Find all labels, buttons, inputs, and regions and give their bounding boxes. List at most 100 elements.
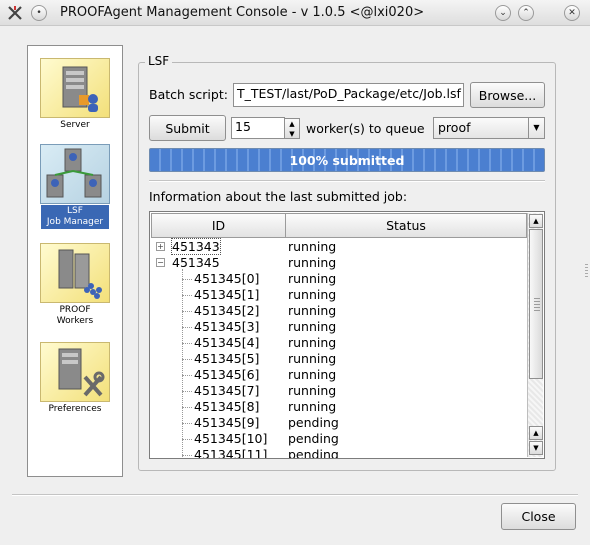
expand-icon[interactable]: + xyxy=(156,242,165,251)
resize-grip[interactable] xyxy=(585,264,588,278)
maximize-button[interactable]: ⌃ xyxy=(518,5,534,21)
sidebar-item-label: Server xyxy=(60,120,90,130)
table-row[interactable]: 451345[3] running xyxy=(151,319,527,335)
chevron-up-icon: ⌃ xyxy=(522,7,530,18)
scroll-up-icon[interactable]: ▲ xyxy=(529,214,543,228)
sidebar-item-workers[interactable]: PROOF Workers xyxy=(28,243,122,328)
job-status-cell: running xyxy=(288,287,337,302)
spin-up-icon[interactable]: ▲ xyxy=(285,119,299,129)
chevron-down-icon[interactable]: ▼ xyxy=(528,118,544,138)
submit-button[interactable]: Submit xyxy=(149,115,226,141)
sidebar-label-line2: Workers xyxy=(56,316,94,326)
window-title: PROOFAgent Management Console - v 1.0.5 … xyxy=(60,5,425,20)
server-icon xyxy=(40,58,110,118)
spin-arrows[interactable]: ▲ ▼ xyxy=(284,118,300,139)
scroll-thumb[interactable] xyxy=(529,229,543,379)
job-id-text: 451345[0] xyxy=(194,271,260,286)
job-id-text: 451345[11] xyxy=(194,447,268,459)
job-id-cell: 451343 xyxy=(171,238,221,255)
table-row[interactable]: +451343 running xyxy=(151,238,527,255)
job-status-cell: running xyxy=(288,239,337,254)
scroll-down-icon[interactable]: ▼ xyxy=(529,441,543,455)
app-icon[interactable] xyxy=(6,4,24,22)
table-row[interactable]: 451345[5] running xyxy=(151,351,527,367)
job-status-cell: running xyxy=(288,303,337,318)
table-row[interactable]: 451345[11] pending xyxy=(151,447,527,459)
job-id-text: 451345 xyxy=(172,255,220,270)
tree-trunk-line xyxy=(182,269,183,458)
sidebar-item-server[interactable]: Server xyxy=(28,58,122,132)
scroll-up-icon[interactable]: ▲ xyxy=(529,426,543,440)
sidebar-item-label: PROOF Workers xyxy=(28,304,122,328)
group-title: LSF xyxy=(145,54,173,68)
job-id-cell: 451345[2] xyxy=(194,303,259,319)
batch-script-input[interactable]: T_TEST/last/PoD_Package/etc/Job.lsf xyxy=(233,83,464,107)
separator xyxy=(12,494,578,496)
jobs-tree[interactable]: ID Status +451343 running −451345 running 45… xyxy=(149,211,545,459)
table-row[interactable]: −451345 running xyxy=(151,255,527,271)
preferences-icon xyxy=(40,342,110,402)
sidebar-item-label: LSF Job Manager xyxy=(41,205,109,229)
job-status-cell: pending xyxy=(288,447,339,459)
job-id-cell: 451345[0] xyxy=(194,271,259,287)
sidebar-item-preferences[interactable]: Preferences xyxy=(28,342,122,416)
job-manager-icon xyxy=(40,144,110,204)
close-icon: ✕ xyxy=(568,7,576,18)
job-id-text: 451345[1] xyxy=(194,287,260,302)
info-label: Information about the last submitted job… xyxy=(149,189,408,204)
job-id-cell: 451345[11] xyxy=(194,447,268,459)
table-row[interactable]: 451345[0] running xyxy=(151,271,527,287)
job-id-cell: 451345[1] xyxy=(194,287,259,303)
close-button[interactable]: Close xyxy=(501,503,576,530)
column-header-status[interactable]: Status xyxy=(285,213,527,238)
table-row[interactable]: 451345[8] running xyxy=(151,399,527,415)
job-status-cell: running xyxy=(288,255,337,270)
job-id-text: 451345[9] xyxy=(194,415,260,430)
job-id-cell: 451345 xyxy=(172,255,220,271)
table-row[interactable]: 451345[4] running xyxy=(151,335,527,351)
queue-select-value: proof xyxy=(438,120,471,135)
browse-button[interactable]: Browse... xyxy=(470,82,545,108)
job-id-cell: 451345[6] xyxy=(194,367,259,383)
close-window-button[interactable]: ✕ xyxy=(564,5,580,21)
job-id-text: 451345[8] xyxy=(194,399,260,414)
collapse-icon[interactable]: − xyxy=(156,258,165,267)
job-status-cell: pending xyxy=(288,415,339,430)
table-row[interactable]: 451345[1] running xyxy=(151,287,527,303)
job-id-cell: 451345[9] xyxy=(194,415,259,431)
job-status-cell: running xyxy=(288,351,337,366)
job-id-text: 451345[2] xyxy=(194,303,260,318)
progress-text: 100% submitted xyxy=(289,153,405,168)
shade-button[interactable]: ⌄ xyxy=(495,5,511,21)
job-id-cell: 451345[5] xyxy=(194,351,259,367)
job-id-text: 451343 xyxy=(171,238,221,255)
queue-select[interactable]: proof ▼ xyxy=(433,117,545,139)
job-id-text: 451345[3] xyxy=(194,319,260,334)
job-status-cell: running xyxy=(288,335,337,350)
job-id-text: 451345[4] xyxy=(194,335,260,350)
table-row[interactable]: 451345[10] pending xyxy=(151,431,527,447)
window-menu-button[interactable]: • xyxy=(31,5,47,21)
sidebar-item-job-manager[interactable]: LSF Job Manager xyxy=(28,144,122,229)
job-status-cell: running xyxy=(288,399,337,414)
job-id-cell: 451345[3] xyxy=(194,319,259,335)
vertical-scrollbar[interactable]: ▲ ▲ ▼ xyxy=(527,213,543,457)
job-id-cell: 451345[8] xyxy=(194,399,259,415)
table-row[interactable]: 451345[9] pending xyxy=(151,415,527,431)
title-bar: • PROOFAgent Management Console - v 1.0.… xyxy=(0,0,590,26)
workers-count-spinbox[interactable]: 15 xyxy=(231,117,285,139)
column-header-id[interactable]: ID xyxy=(151,213,286,238)
job-id-cell: 451345[4] xyxy=(194,335,259,351)
table-row[interactable]: 451345[2] running xyxy=(151,303,527,319)
job-id-text: 451345[7] xyxy=(194,383,260,398)
table-row[interactable]: 451345[6] running xyxy=(151,367,527,383)
table-row[interactable]: 451345[7] running xyxy=(151,383,527,399)
chevron-down-icon: ⌄ xyxy=(499,7,507,18)
spin-down-icon[interactable]: ▼ xyxy=(285,129,299,139)
tree-header: ID Status xyxy=(151,213,527,238)
batch-script-label: Batch script: xyxy=(149,87,228,102)
sidebar-label-line1: LSF xyxy=(67,206,83,216)
job-id-text: 451345[6] xyxy=(194,367,260,382)
job-id-text: 451345[5] xyxy=(194,351,260,366)
workers-to-queue-label: worker(s) to queue xyxy=(306,121,425,136)
